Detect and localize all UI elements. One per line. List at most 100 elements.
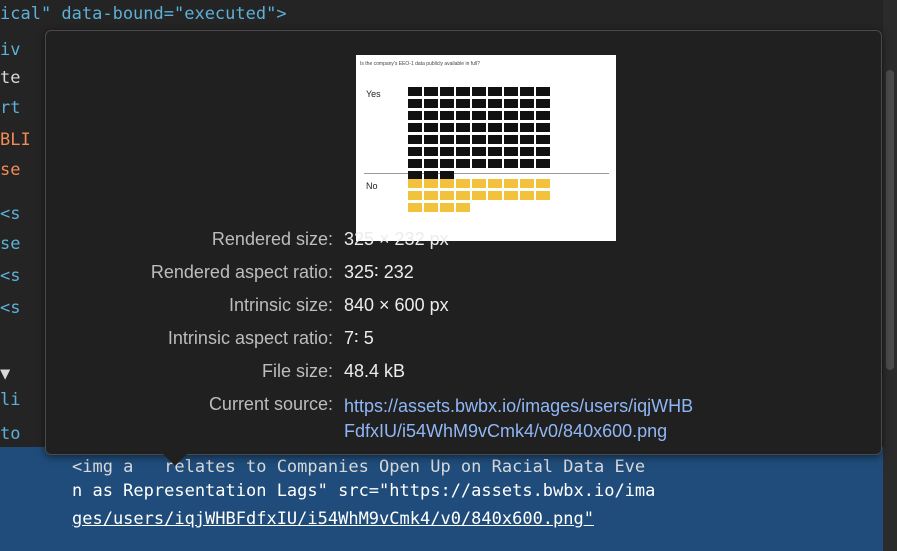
yes-square	[536, 123, 550, 132]
rendered-aspect-label: Rendered aspect ratio:	[150, 262, 333, 282]
yes-square	[440, 123, 454, 132]
current-source-line-2[interactable]: FdfxIU/i54WhM9vCmk4/v0/840x600.png	[344, 419, 864, 444]
selected-node[interactable]: <img a relates to Companies Open Up on R…	[0, 447, 897, 551]
yes-square	[408, 147, 422, 156]
yes-square	[472, 135, 486, 144]
no-square	[408, 203, 422, 212]
file-size-row: File size: 48.4 kB	[46, 361, 881, 391]
yes-square	[424, 123, 438, 132]
file-size-label: File size:	[261, 361, 333, 381]
yes-square	[408, 111, 422, 120]
scrollbar-thumb[interactable]	[886, 70, 894, 370]
no-square	[456, 191, 470, 200]
no-square	[408, 179, 422, 188]
yes-square	[536, 135, 550, 144]
no-square	[520, 179, 534, 188]
rendered-aspect-value: 325∶ 232	[344, 262, 414, 282]
yes-square	[520, 135, 534, 144]
yes-square	[488, 123, 502, 132]
yes-square	[488, 99, 502, 108]
no-square	[424, 179, 438, 188]
current-source-line-1[interactable]: https://assets.bwbx.io/images/users/iqjW…	[344, 394, 864, 419]
yes-square	[520, 99, 534, 108]
yes-square	[424, 111, 438, 120]
code-line[interactable]: iv	[0, 38, 20, 62]
yes-square	[456, 87, 470, 96]
file-size-value: 48.4 kB	[344, 361, 406, 381]
code-line[interactable]: se	[0, 158, 20, 182]
yes-square	[440, 99, 454, 108]
code-line[interactable]: <s	[0, 296, 20, 320]
yes-square	[472, 159, 486, 168]
code-line[interactable]: <s	[0, 202, 20, 226]
yes-square	[440, 111, 454, 120]
thumbnail-title: Is the company's EEO-1 data publicly ava…	[360, 61, 480, 67]
code-line[interactable]: ical" data-bound="executed">	[0, 2, 287, 26]
image-preview-tooltip: Is the company's EEO-1 data publicly ava…	[45, 30, 882, 455]
no-square	[536, 191, 550, 200]
yes-square	[408, 87, 422, 96]
code-line[interactable]: se	[0, 232, 20, 256]
no-square	[456, 179, 470, 188]
yes-square	[536, 147, 550, 156]
yes-square	[504, 135, 518, 144]
tooltip-caret	[162, 453, 188, 466]
current-source-row: Current source: https://assets.bwbx.io/i…	[46, 394, 881, 454]
yes-square	[520, 147, 534, 156]
yes-square	[424, 99, 438, 108]
yes-square	[504, 111, 518, 120]
image-thumbnail: Is the company's EEO-1 data publicly ava…	[356, 55, 616, 241]
code-line[interactable]: BLI	[0, 128, 31, 152]
yes-square	[488, 111, 502, 120]
yes-square	[456, 135, 470, 144]
no-square	[536, 179, 550, 188]
yes-square	[408, 123, 422, 132]
rendered-size-row: Rendered size: 325 × 232 px	[46, 229, 881, 259]
yes-square	[424, 87, 438, 96]
no-square	[472, 191, 486, 200]
yes-square	[424, 159, 438, 168]
yes-square	[504, 99, 518, 108]
selected-line-3[interactable]: ges/users/iqjWHBFdfxIU/i54WhM9vCmk4/v0/8…	[72, 507, 594, 531]
rendered-aspect-row: Rendered aspect ratio: 325∶ 232	[46, 262, 881, 292]
yes-square	[440, 147, 454, 156]
yes-square	[488, 135, 502, 144]
thumbnail-yes-label: Yes	[366, 89, 381, 99]
yes-square	[536, 99, 550, 108]
selected-line-2: n as Representation Lags" src="https://a…	[72, 481, 656, 501]
no-square	[408, 191, 422, 200]
current-source-link[interactable]: https://assets.bwbx.io/images/users/iqjW…	[344, 394, 864, 444]
yes-square	[440, 135, 454, 144]
yes-square	[456, 99, 470, 108]
yes-square	[408, 135, 422, 144]
no-square	[504, 191, 518, 200]
current-source-label: Current source:	[208, 394, 333, 414]
code-line[interactable]: rt	[0, 96, 20, 120]
yes-square	[456, 159, 470, 168]
intrinsic-size-label: Intrinsic size:	[228, 295, 333, 315]
no-square	[440, 191, 454, 200]
yes-square	[504, 147, 518, 156]
scrollbar[interactable]	[883, 0, 897, 551]
no-square	[488, 179, 502, 188]
yes-square	[520, 159, 534, 168]
yes-square	[472, 111, 486, 120]
no-square	[440, 203, 454, 212]
yes-square	[440, 159, 454, 168]
code-line[interactable]: <s	[0, 264, 20, 288]
yes-square	[504, 159, 518, 168]
no-square	[424, 191, 438, 200]
yes-square	[472, 123, 486, 132]
yes-square	[488, 147, 502, 156]
yes-square	[472, 99, 486, 108]
no-square	[472, 179, 486, 188]
code-line[interactable]: li	[0, 388, 20, 412]
no-square	[456, 203, 470, 212]
yes-square	[488, 87, 502, 96]
code-line[interactable]: te	[0, 66, 20, 90]
yes-square	[408, 99, 422, 108]
yes-square	[456, 123, 470, 132]
code-line[interactable]: to	[0, 422, 20, 446]
yes-square	[456, 111, 470, 120]
code-line[interactable]: ▼	[0, 362, 10, 386]
